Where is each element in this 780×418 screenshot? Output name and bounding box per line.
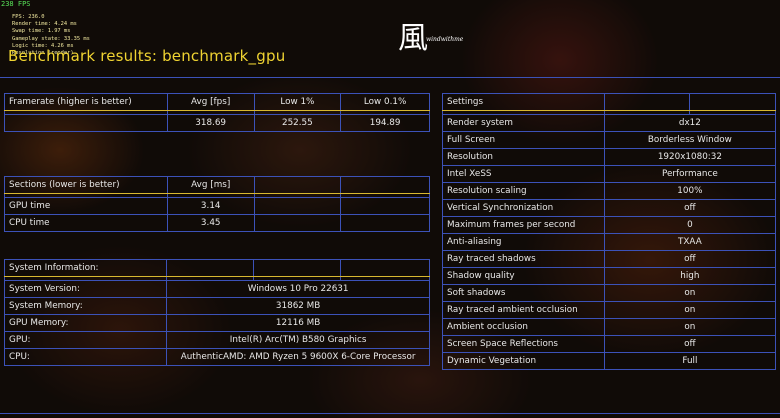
- gpu-value: Intel(R) Arc(TM) B580 Graphics: [166, 331, 430, 349]
- framerate-label: Framerate (higher is better): [4, 93, 168, 111]
- logo-text: windwithme: [426, 36, 464, 43]
- page-title: Benchmark results: benchmark_gpu: [8, 47, 286, 65]
- table-row: GPU: Intel(R) Arc(TM) B580 Graphics: [3, 331, 430, 349]
- table-row: System Version: Windows 10 Pro 22631: [3, 280, 430, 298]
- gpu-time-label: GPU time: [4, 197, 168, 215]
- sections-header-row: Sections (lower is better) Avg [ms]: [4, 176, 430, 194]
- cpu-time-value: 3.45: [166, 214, 255, 232]
- system-memory-label: System Memory:: [3, 297, 168, 315]
- avg-ms-header: Avg [ms]: [166, 176, 255, 194]
- table-row: Dynamic Vegetation Full: [442, 352, 777, 370]
- system-version-value: Windows 10 Pro 22631: [166, 280, 430, 298]
- sections-label: Sections (lower is better): [4, 176, 168, 194]
- header-divider: [0, 77, 780, 78]
- framerate-row: 318.69 252.55 194.89: [4, 114, 430, 132]
- avg-fps-value: 318.69: [166, 114, 255, 132]
- table-row: System Memory: 31862 MB: [3, 297, 430, 315]
- table-row: Ambient occlusion on: [442, 318, 777, 336]
- settings-table: Settings Render system dx12 Full Screen Bo…: [442, 93, 777, 370]
- low-1-header: Low 1%: [253, 93, 342, 111]
- settings-label: Settings: [442, 93, 605, 111]
- low-01-value: 194.89: [340, 114, 430, 132]
- gpu-memory-label: GPU Memory:: [3, 314, 168, 332]
- settings-header-row: Settings: [442, 93, 776, 111]
- system-header-row: System Information:: [3, 259, 430, 277]
- table-row: GPU Memory: 12116 MB: [3, 314, 430, 332]
- framerate-header-row: Framerate (higher is better) Avg [fps] L…: [4, 93, 430, 111]
- logo-glyph: 風: [398, 21, 428, 56]
- table-row: Full Screen Borderless Window: [442, 131, 777, 149]
- footer-divider: [0, 413, 780, 414]
- table-row: Ray traced ambient occlusion on: [442, 301, 777, 319]
- gpu-time-value: 3.14: [166, 197, 255, 215]
- table-row: Screen Space Reflections off: [442, 335, 777, 353]
- low-1-value: 252.55: [253, 114, 342, 132]
- table-row: Intel XeSS Performance: [442, 165, 777, 183]
- cpu-value: AuthenticAMD: AMD Ryzen 5 9600X 6-Core P…: [166, 348, 430, 366]
- system-info-label: System Information:: [3, 259, 168, 277]
- cpu-time-label: CPU time: [4, 214, 168, 232]
- table-row: Soft shadows on: [442, 284, 777, 302]
- table-row: Shadow quality high: [442, 267, 777, 285]
- sections-table: Sections (lower is better) Avg [ms] GPU …: [4, 176, 430, 232]
- system-memory-value: 31862 MB: [166, 297, 430, 315]
- table-row: Resolution 1920x1080:32: [442, 148, 777, 166]
- framerate-table: Framerate (higher is better) Avg [fps] L…: [4, 93, 430, 132]
- table-row: Resolution scaling 100%: [442, 182, 777, 200]
- table-row: Render system dx12: [442, 114, 777, 132]
- system-info-table: System Information: System Version: Wind…: [3, 259, 430, 366]
- fps-counter: 238 FPS: [1, 0, 31, 8]
- table-row: Vertical Synchronization off: [442, 199, 777, 217]
- table-row: Ray traced shadows off: [442, 250, 777, 268]
- avg-fps-header: Avg [fps]: [166, 93, 255, 111]
- watermark-logo: 風 windwithme: [398, 22, 488, 62]
- table-row: Maximum frames per second 0: [442, 216, 777, 234]
- low-01-header: Low 0.1%: [340, 93, 430, 111]
- gpu-label: GPU:: [3, 331, 168, 349]
- cpu-label: CPU:: [3, 348, 168, 366]
- gpu-memory-value: 12116 MB: [166, 314, 430, 332]
- table-row: CPU time 3.45: [4, 214, 430, 232]
- system-version-label: System Version:: [3, 280, 168, 298]
- framerate-row-label: [4, 114, 168, 132]
- table-row: CPU: AuthenticAMD: AMD Ryzen 5 9600X 6-C…: [3, 348, 430, 366]
- table-row: GPU time 3.14: [4, 197, 430, 215]
- table-row: Anti-aliasing TXAA: [442, 233, 777, 251]
